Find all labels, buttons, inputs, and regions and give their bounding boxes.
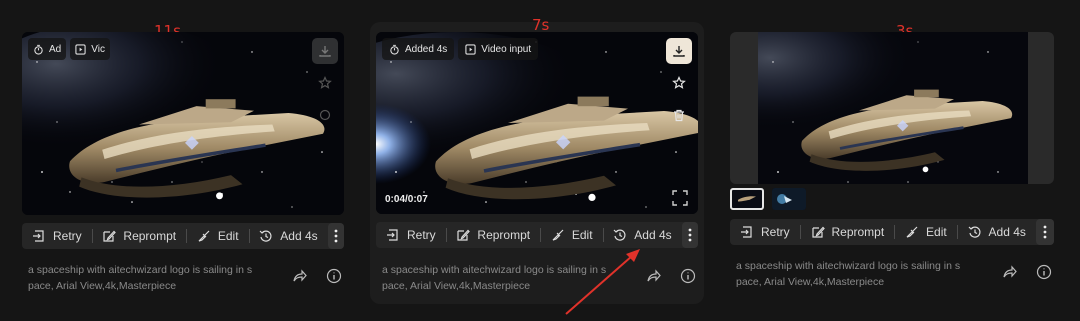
info-icon[interactable] — [326, 268, 342, 284]
brush-icon — [552, 229, 564, 241]
frame-thumbnail[interactable] — [730, 188, 764, 210]
share-icon[interactable] — [1002, 264, 1018, 280]
fullscreen-icon[interactable] — [672, 190, 688, 206]
timer-icon — [34, 44, 43, 55]
share-icon[interactable] — [292, 268, 308, 284]
reprompt-button[interactable]: Reprompt — [92, 223, 186, 249]
timer-icon — [390, 44, 399, 55]
info-icon[interactable] — [1036, 264, 1052, 280]
video-card-1: 11s Ad Vic Retry Reprompt Edit Add 4s a … — [16, 22, 350, 307]
info-icon[interactable] — [680, 268, 696, 284]
video-icon — [75, 43, 86, 55]
more-options-button[interactable] — [1035, 219, 1055, 245]
retry-icon — [741, 226, 752, 238]
edit-button[interactable]: Edit — [187, 223, 249, 249]
playback-time: 0:04/0:07 — [385, 194, 428, 205]
edit-button[interactable]: Edit — [541, 222, 603, 248]
prompt-text: a spaceship with aitechwizard logo is sa… — [736, 260, 961, 288]
brush-icon — [198, 230, 210, 242]
video-preview[interactable] — [730, 32, 1054, 184]
share-icon[interactable] — [646, 268, 662, 284]
prompt-text: a spaceship with aitechwizard logo is sa… — [28, 264, 253, 292]
edit-button[interactable]: Edit — [895, 219, 957, 245]
timer-add-icon — [968, 226, 981, 238]
kebab-icon — [334, 229, 338, 243]
add-4s-button[interactable]: Add 4s — [249, 223, 327, 249]
more-options-button[interactable] — [327, 223, 345, 249]
retry-button[interactable]: Retry — [730, 219, 800, 245]
reprompt-button[interactable]: Reprompt — [801, 219, 895, 245]
action-toolbar: Retry Reprompt Edit Add 4s — [730, 219, 1055, 245]
download-icon — [673, 46, 685, 57]
download-icon — [319, 46, 331, 57]
video-input-chip: Vic — [70, 38, 110, 60]
prompt-text: a spaceship with aitechwizard logo is sa… — [382, 264, 607, 292]
trash-icon — [674, 109, 684, 122]
star-icon — [318, 76, 332, 89]
video-preview[interactable]: Ad Vic — [22, 32, 344, 215]
download-button[interactable] — [666, 38, 692, 64]
add-4s-button[interactable]: Add 4s — [603, 222, 681, 248]
favorite-button[interactable] — [312, 70, 338, 96]
reprompt-button[interactable]: Reprompt — [446, 222, 540, 248]
circle-icon — [319, 109, 331, 121]
timer-add-icon — [259, 230, 272, 242]
favorite-button[interactable] — [666, 70, 692, 96]
more-side-button[interactable] — [312, 102, 338, 128]
pencil-box-icon — [457, 229, 471, 241]
retry-icon — [387, 229, 398, 241]
frame-thumbnail[interactable] — [772, 188, 806, 210]
action-toolbar: Retry Reprompt Edit Add 4s — [22, 223, 345, 249]
brush-icon — [906, 226, 918, 238]
video-card-3: 3s Retry Reprompt Edit Add 4s a spaceshi… — [724, 22, 1064, 307]
spaceship-image — [758, 32, 1028, 184]
download-button[interactable] — [312, 38, 338, 64]
video-player[interactable]: Added 4s Video input 0:04/0:07 — [376, 32, 698, 214]
retry-button[interactable]: Retry — [376, 222, 446, 248]
added-chip: Added 4s — [382, 38, 455, 60]
kebab-icon — [1043, 225, 1047, 239]
video-icon — [465, 43, 476, 55]
star-icon — [672, 76, 686, 89]
frame-strip — [730, 188, 806, 210]
video-input-chip: Video input — [458, 38, 539, 60]
delete-button[interactable] — [666, 102, 692, 128]
kebab-icon — [688, 228, 692, 242]
pencil-box-icon — [103, 230, 117, 242]
video-card-2: 7s Added 4s Video input 0:04/0:07 Retry … — [370, 16, 704, 304]
retry-button[interactable]: Retry — [22, 223, 92, 249]
add-4s-button[interactable]: Add 4s — [958, 219, 1036, 245]
spaceship-thumb — [772, 188, 806, 210]
spaceship-thumb — [733, 190, 761, 208]
timer-add-icon — [613, 229, 626, 241]
pencil-box-icon — [811, 226, 825, 238]
action-toolbar: Retry Reprompt Edit Add 4s — [376, 222, 699, 248]
video-gallery: 11s Ad Vic Retry Reprompt Edit Add 4s a … — [0, 0, 1080, 321]
retry-icon — [33, 230, 44, 242]
more-options-button[interactable] — [681, 222, 699, 248]
added-chip: Ad — [28, 38, 67, 60]
